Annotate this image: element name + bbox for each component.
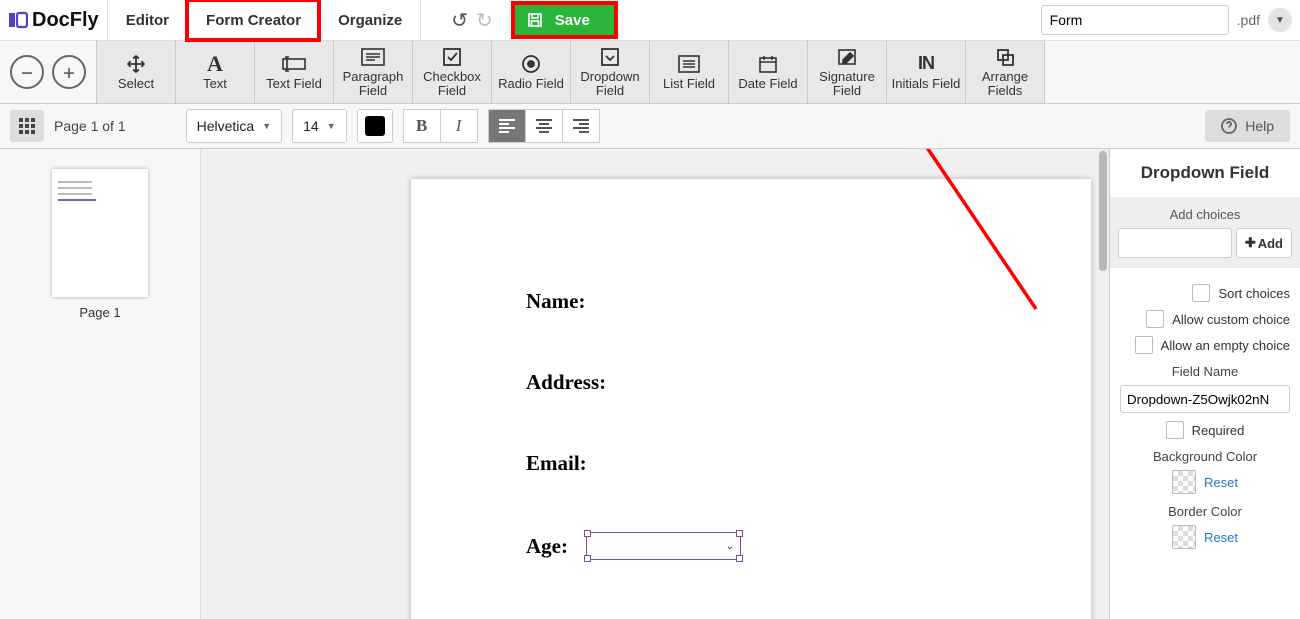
- form-ribbon: Select AText Text Field Paragraph Field …: [96, 41, 1045, 103]
- bg-color-reset[interactable]: Reset: [1204, 475, 1238, 490]
- bg-color-swatch[interactable]: [1172, 470, 1196, 494]
- field-name-input[interactable]: [1120, 385, 1290, 413]
- undo-icon[interactable]: ↺: [451, 8, 468, 33]
- save-button[interactable]: Save: [515, 5, 614, 35]
- thumbnail-toggle[interactable]: [10, 110, 44, 142]
- page-thumbnail[interactable]: [52, 169, 148, 297]
- tab-editor[interactable]: Editor: [107, 0, 187, 40]
- tab-organize[interactable]: Organize: [319, 0, 421, 40]
- caret-down-icon: ▼: [327, 121, 336, 131]
- field-name-label: Field Name: [1120, 364, 1290, 379]
- dropdown-field-instance[interactable]: ⌄: [586, 532, 741, 560]
- help-button[interactable]: Help: [1205, 110, 1290, 142]
- tab-form-creator[interactable]: Form Creator: [187, 0, 319, 40]
- ribbon-text-field[interactable]: Text Field: [255, 41, 334, 103]
- vertical-scrollbar[interactable]: [1097, 149, 1109, 619]
- save-label: Save: [555, 12, 590, 29]
- properties-panel: Dropdown Field Add choices ✚Add Sort cho…: [1109, 149, 1300, 619]
- caret-down-icon: ▼: [262, 121, 271, 131]
- sort-checkbox[interactable]: [1192, 284, 1210, 302]
- required-checkbox[interactable]: [1166, 421, 1184, 439]
- ribbon-signature-field[interactable]: Signature Field: [808, 41, 887, 103]
- properties-title: Dropdown Field: [1110, 163, 1300, 183]
- more-menu-button[interactable]: ▼: [1268, 8, 1292, 32]
- border-color-label: Border Color: [1120, 504, 1290, 519]
- thumbnail-panel: Page 1: [0, 149, 201, 619]
- allow-empty-checkbox[interactable]: [1135, 336, 1153, 354]
- text-field-icon: [282, 53, 306, 75]
- brand-logo: DocFly: [8, 9, 99, 32]
- brand-text: DocFly: [32, 9, 99, 32]
- signature-icon: [837, 46, 857, 68]
- ribbon-initials-field[interactable]: INInitials Field: [887, 41, 966, 103]
- ribbon-paragraph-field[interactable]: Paragraph Field: [334, 41, 413, 103]
- page-indicator: Page 1 of 1: [54, 118, 126, 134]
- bg-color-label: Background Color: [1120, 449, 1290, 464]
- save-icon: [527, 12, 543, 28]
- label-age: Age:: [526, 534, 568, 559]
- font-family-select[interactable]: Helvetica▼: [186, 109, 283, 143]
- label-address: Address:: [526, 370, 976, 395]
- text-icon: A: [207, 53, 223, 75]
- border-color-reset[interactable]: Reset: [1204, 530, 1238, 545]
- zoom-out-button[interactable]: －: [10, 55, 44, 89]
- label-email: Email:: [526, 451, 976, 476]
- dropdown-icon: [600, 46, 620, 68]
- add-choice-button[interactable]: ✚Add: [1236, 228, 1292, 258]
- sort-label: Sort choices: [1218, 286, 1290, 301]
- align-left-button[interactable]: [488, 109, 526, 143]
- paragraph-field-icon: [361, 46, 385, 68]
- ribbon-date-field[interactable]: Date Field: [729, 41, 808, 103]
- brand-icon: [8, 10, 28, 30]
- tab-organize-label: Organize: [338, 12, 402, 29]
- font-size-select[interactable]: 14▼: [292, 109, 347, 143]
- tab-editor-label: Editor: [126, 12, 169, 29]
- initials-icon: IN: [918, 53, 934, 75]
- add-choices-label: Add choices: [1118, 207, 1292, 222]
- grid-icon: [19, 118, 35, 134]
- bold-button[interactable]: B: [403, 109, 441, 143]
- file-extension: .pdf: [1237, 12, 1260, 28]
- calendar-icon: [758, 53, 778, 75]
- move-icon: [125, 53, 147, 75]
- ribbon-dropdown-field[interactable]: Dropdown Field: [571, 41, 650, 103]
- border-color-swatch[interactable]: [1172, 525, 1196, 549]
- allow-custom-label: Allow custom choice: [1172, 312, 1290, 327]
- ribbon-text[interactable]: AText: [176, 41, 255, 103]
- document-canvas[interactable]: Name: Address: Email: Age: ⌄ ✥ ⧉ 🗑: [201, 149, 1109, 619]
- ribbon-checkbox-field[interactable]: Checkbox Field: [413, 41, 492, 103]
- radio-icon: [521, 53, 541, 75]
- redo-icon[interactable]: ↻: [476, 8, 493, 33]
- zoom-in-button[interactable]: ＋: [52, 55, 86, 89]
- align-center-button[interactable]: [526, 109, 563, 143]
- ribbon-list-field[interactable]: List Field: [650, 41, 729, 103]
- ribbon-arrange-fields[interactable]: Arrange Fields: [966, 41, 1044, 103]
- ribbon-select[interactable]: Select: [97, 41, 176, 103]
- font-color-picker[interactable]: [357, 109, 393, 143]
- save-highlight: Save: [515, 5, 614, 35]
- list-icon: [678, 53, 700, 75]
- color-swatch: [365, 116, 385, 136]
- plus-icon: ✚: [1245, 235, 1256, 251]
- checkbox-icon: [442, 46, 462, 68]
- required-label: Required: [1192, 423, 1245, 438]
- tab-form-creator-label: Form Creator: [206, 12, 301, 29]
- allow-custom-checkbox[interactable]: [1146, 310, 1164, 328]
- align-right-button[interactable]: [563, 109, 600, 143]
- label-name: Name:: [526, 289, 976, 314]
- choice-input[interactable]: [1118, 228, 1232, 258]
- allow-empty-label: Allow an empty choice: [1161, 338, 1290, 353]
- document-page[interactable]: Name: Address: Email: Age: ⌄: [411, 179, 1091, 619]
- filename-input[interactable]: [1041, 5, 1229, 35]
- ribbon-radio-field[interactable]: Radio Field: [492, 41, 571, 103]
- thumbnail-label: Page 1: [79, 305, 120, 320]
- arrange-icon: [995, 46, 1015, 68]
- chevron-down-icon: ⌄: [726, 541, 734, 552]
- help-icon: [1221, 118, 1237, 134]
- italic-button[interactable]: I: [441, 109, 478, 143]
